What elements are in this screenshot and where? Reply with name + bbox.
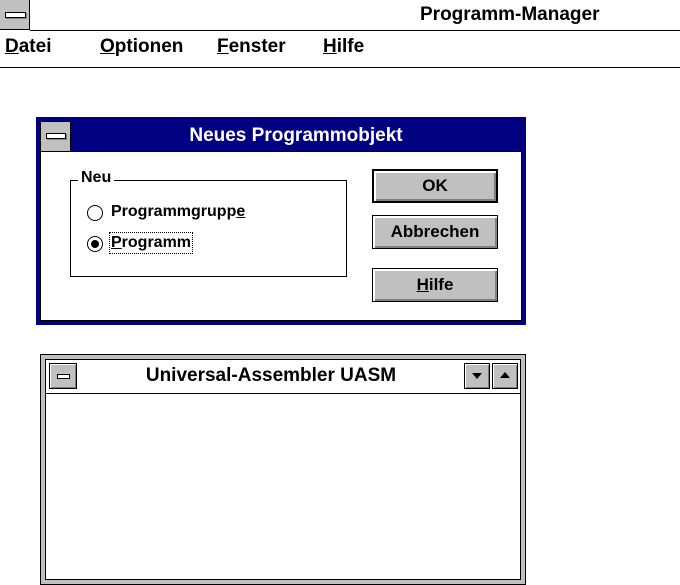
groupbox-label: Neu [78,169,115,187]
menu-bar: Datei Optionen Fenster Hilfe [0,31,680,67]
radio-program-group[interactable]: Programmgruppe [87,203,287,226]
menu-fenster-label: enster [228,36,286,57]
radio-selected-icon[interactable] [87,236,103,252]
menu-hilfe-label: ilfe [336,36,365,57]
ok-button[interactable]: OK [372,169,498,203]
dialog-title: Neues Programmobjekt [189,125,403,146]
cancel-button[interactable]: Abbrechen [372,215,498,249]
radio-program-group-mnemonic: e [236,203,246,220]
dialog-system-menu-icon[interactable] [41,122,71,151]
menu-optionen[interactable]: Optionen [100,36,183,58]
help-button-mnemonic: H [416,275,429,294]
window-title: Programm-Manager [420,4,600,25]
radio-program-group-label: Programmgruppe [111,203,245,221]
group-window-titlebar[interactable]: Universal-Assembler UASM [46,360,520,394]
group-window-client[interactable]: Universal-Assembler UASM [45,359,521,580]
maximize-arrow-icon[interactable] [492,363,518,389]
group-window: Universal-Assembler UASM [40,354,526,585]
menubar-divider [0,67,680,68]
menu-fenster[interactable]: Fenster [217,36,286,58]
new-type-groupbox [70,180,347,277]
dialog-titlebar[interactable]: Neues Programmobjekt [41,122,521,152]
menu-hilfe[interactable]: Hilfe [323,36,364,58]
dialog-body: Neues Programmobjekt Neu Programmgruppe … [40,121,522,321]
menu-fenster-mnemonic: F [217,36,229,57]
program-manager-titlebar[interactable]: Programm-Manager [0,0,680,31]
radio-program-text: rogramm [121,234,192,251]
radio-program-group-text: Programmgrupp [111,203,237,220]
help-button[interactable]: Hilfe [372,268,498,302]
group-system-menu-icon[interactable] [49,363,77,389]
new-program-object-dialog: Neues Programmobjekt Neu Programmgruppe … [36,117,526,325]
help-button-label: ilfe [428,275,454,294]
radio-program[interactable]: Programm [87,232,287,257]
menu-datei-label: atei [18,36,52,57]
radio-program-label: Programm [108,232,194,254]
radio-program-mnemonic: P [111,234,122,251]
menu-optionen-label: ptionen [114,36,184,57]
menu-hilfe-mnemonic: H [323,36,337,57]
radio-unselected-icon[interactable] [87,205,103,221]
menu-datei[interactable]: Datei [5,36,51,58]
group-window-title: Universal-Assembler UASM [145,365,397,386]
system-menu-icon[interactable] [0,0,30,30]
menu-datei-mnemonic: D [5,36,19,57]
minimize-arrow-icon[interactable] [464,363,490,389]
menu-optionen-mnemonic: O [100,36,115,57]
